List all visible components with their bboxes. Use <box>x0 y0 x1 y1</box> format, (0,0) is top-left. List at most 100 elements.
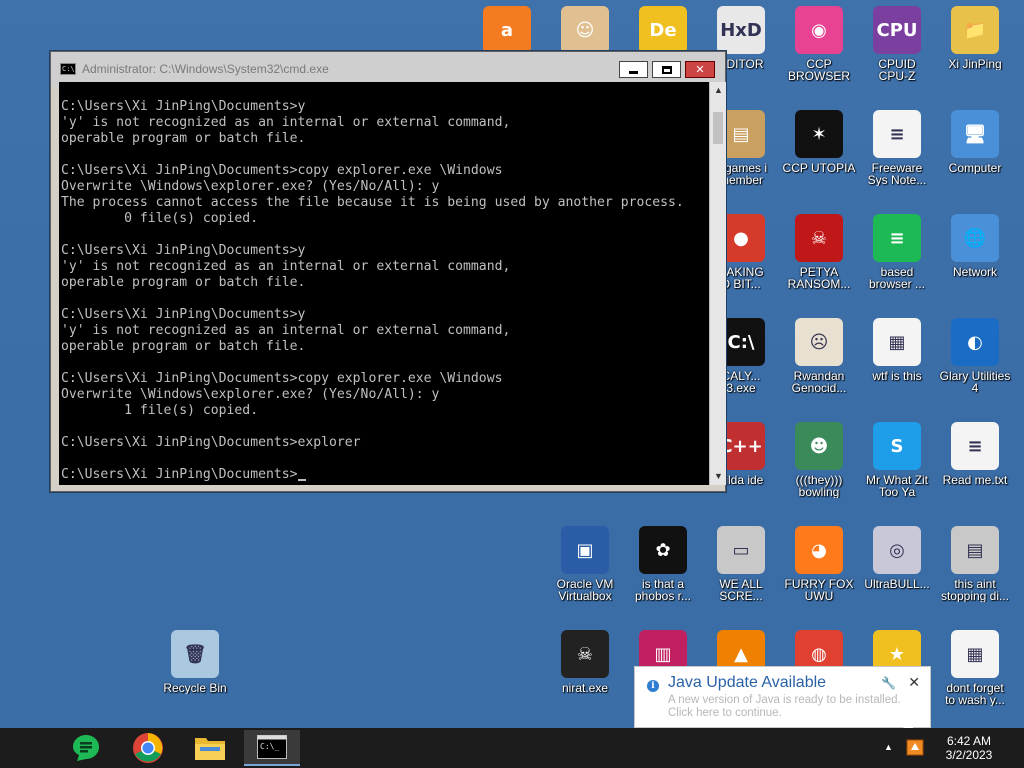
desktop-icon[interactable]: ▦ dont forget to wash y... <box>936 630 1014 726</box>
java-popup-body[interactable]: A new version of Java is ready to be ins… <box>668 694 901 720</box>
java-update-icon <box>906 739 924 756</box>
network-icon: 🌐 <box>951 214 999 262</box>
cmd-line: operable program or batch file. <box>61 131 306 146</box>
skull-ransom-icon: ☠ <box>795 214 843 262</box>
desktop-icon[interactable]: 🗑 Recycle Bin <box>156 630 234 726</box>
taskbar-command-prompt[interactable]: C:\_ <box>244 730 300 766</box>
cpuz-icon: CPU <box>873 6 921 54</box>
cmd-window-title: Administrator: C:\Windows\System32\cmd.e… <box>82 62 329 76</box>
maximize-button[interactable] <box>652 61 681 78</box>
cmd-line: 'y' is not recognized as an internal or … <box>61 115 511 130</box>
desktop-icon-label: (((they))) bowling <box>795 474 843 498</box>
info-icon: i <box>647 680 659 692</box>
scroll-down-icon[interactable]: ▼ <box>710 468 727 485</box>
cmd-app-icon: C:\ <box>60 63 76 75</box>
desktop-icon[interactable]: ✶ CCP UTOPIA <box>780 110 858 206</box>
icq-flower-icon: ✿ <box>639 526 687 574</box>
cmd-titlebar[interactable]: C:\ Administrator: C:\Windows\System32\c… <box>51 52 725 86</box>
desktop-icon[interactable]: ▤ this aint stopping di... <box>936 526 1014 622</box>
cmd-line: 1 file(s) copied. <box>61 403 259 418</box>
cmd-icon: C:\_ <box>257 735 287 759</box>
cmd-line: 'y' is not recognized as an internal or … <box>61 323 511 338</box>
desktop-icon-label: wtf is this <box>872 370 922 382</box>
desktop-icon-label: FURRY FOX UWU <box>784 578 854 602</box>
cmd-line <box>61 291 684 307</box>
computer-icon: 🖥 <box>951 110 999 158</box>
old-computer-icon: ▭ <box>717 526 765 574</box>
java-update-notification[interactable]: i Java Update Available A new version of… <box>634 666 931 739</box>
desktop-icon[interactable]: ≡ based browser ... <box>858 214 936 310</box>
desktop-icon[interactable]: ≡ Read me.txt <box>936 422 1014 518</box>
desktop-icon[interactable]: ▣ Oracle VM Virtualbox <box>546 526 624 622</box>
clock-time: 6:42 AM <box>946 734 992 748</box>
desktop-icon[interactable]: 🌐 Network <box>936 214 1014 310</box>
taskbar: C:\_ ▲ 6:42 AM 3/2/2023 <box>0 728 1024 768</box>
skull-icon: ☠ <box>561 630 609 678</box>
desktop-icon[interactable]: ≡ Freeware Sys Note... <box>858 110 936 206</box>
desktop-icon-label: Xi JinPing <box>948 58 1002 70</box>
virtualbox-icon: ▣ <box>561 526 609 574</box>
taskbar-chrome[interactable] <box>120 730 176 766</box>
desktop-icon[interactable]: ☠ nirat.exe <box>546 630 624 726</box>
minimize-icon <box>629 71 638 74</box>
taskbar-based-browser[interactable] <box>58 730 114 766</box>
cmd-line: C:\Users\Xi JinPing\Documents>y <box>61 243 306 258</box>
desktop-icon[interactable]: CPU CPUID CPU-Z <box>858 6 936 102</box>
desktop-icon[interactable]: ☹ Rwandan Genocid... <box>780 318 858 414</box>
cmd-window[interactable]: C:\ Administrator: C:\Windows\System32\c… <box>50 51 726 492</box>
cmd-scrollbar[interactable]: ▲ ▼ <box>709 82 726 485</box>
taskbar-file-explorer[interactable] <box>182 730 238 766</box>
close-button[interactable]: ✕ <box>685 61 715 78</box>
desktop-icon-label: WE ALL SCRE... <box>719 578 763 602</box>
desktop-icon[interactable]: ☻ (((they))) bowling <box>780 422 858 518</box>
cmd-line: C:\Users\Xi JinPing\Documents>copy explo… <box>61 163 503 178</box>
cmd-line: C:\Users\Xi JinPing\Documents>y <box>61 99 306 114</box>
cmd-line <box>61 147 684 163</box>
desktop-icon[interactable]: 📁 Xi JinPing <box>936 6 1014 102</box>
java-tray-icon[interactable] <box>906 738 924 756</box>
desktop-icon[interactable]: ◎ UltraBULL... <box>858 526 936 622</box>
cmd-line: operable program or batch file. <box>61 275 306 290</box>
tray-expand-icon[interactable]: ▲ <box>884 742 893 752</box>
desktop-icon-label: Network <box>952 266 997 278</box>
desktop-icon[interactable]: 🖥 Computer <box>936 110 1014 206</box>
cmd-output: C:\Users\Xi JinPing\Documents>y'y' is no… <box>61 99 684 483</box>
desktop-icon[interactable]: ◕ FURRY FOX UWU <box>780 526 858 622</box>
meme-face-icon: ☹ <box>795 318 843 366</box>
popup-close-icon[interactable]: ✕ <box>908 674 920 691</box>
desktop-icon-label: nirat.exe <box>561 682 609 694</box>
exe-window-icon: ▦ <box>951 630 999 678</box>
chrome-icon <box>133 733 163 763</box>
desktop-icon[interactable]: S Mr What Zit Too Ya <box>858 422 936 518</box>
cmd-line <box>61 227 684 243</box>
cmd-console[interactable]: C:\Users\Xi JinPing\Documents>y'y' is no… <box>59 82 709 485</box>
ccp-browser-icon: ◉ <box>795 6 843 54</box>
system-clock[interactable]: 6:42 AM 3/2/2023 <box>934 734 1004 762</box>
scroll-up-icon[interactable]: ▲ <box>710 82 727 99</box>
cmd-prompt-line: C:\Users\Xi JinPing\Documents> <box>61 467 684 483</box>
glary-utilities-icon: ◐ <box>951 318 999 366</box>
cmd-line <box>61 355 684 371</box>
based-browser-icon: ≡ <box>873 214 921 262</box>
folder-icon <box>195 738 225 760</box>
minimize-button[interactable] <box>619 61 648 78</box>
cmd-line: Overwrite \Windows\explorer.exe? (Yes/No… <box>61 387 440 402</box>
desktop-icon[interactable]: ✿ is that a phobos r... <box>624 526 702 622</box>
scroll-thumb[interactable] <box>713 112 723 144</box>
text-document-icon: ≡ <box>873 110 921 158</box>
de-app-icon: De <box>639 6 687 54</box>
desktop-icon-label: this aint stopping di... <box>940 578 1010 602</box>
desktop-icon[interactable]: ◐ Glary Utilities 4 <box>936 318 1014 414</box>
desktop-icon[interactable]: ◉ CCP BROWSER <box>780 6 858 102</box>
avast-icon: a <box>483 6 531 54</box>
desktop-icon[interactable]: ▭ WE ALL SCRE... <box>702 526 780 622</box>
desktop-icon-label: UltraBULL... <box>864 578 930 590</box>
cmd-line: operable program or batch file. <box>61 339 306 354</box>
desktop-icon[interactable]: ☠ PETYA RANSOM... <box>780 214 858 310</box>
desktop-icon-label: is that a phobos r... <box>634 578 692 602</box>
settings-wrench-icon[interactable]: 🔧 <box>881 676 896 690</box>
close-icon: ✕ <box>695 64 705 76</box>
recycle-bin-icon: 🗑 <box>171 630 219 678</box>
desktop-icon-label: Oracle VM Virtualbox <box>556 578 614 602</box>
desktop-icon[interactable]: ▦ wtf is this <box>858 318 936 414</box>
